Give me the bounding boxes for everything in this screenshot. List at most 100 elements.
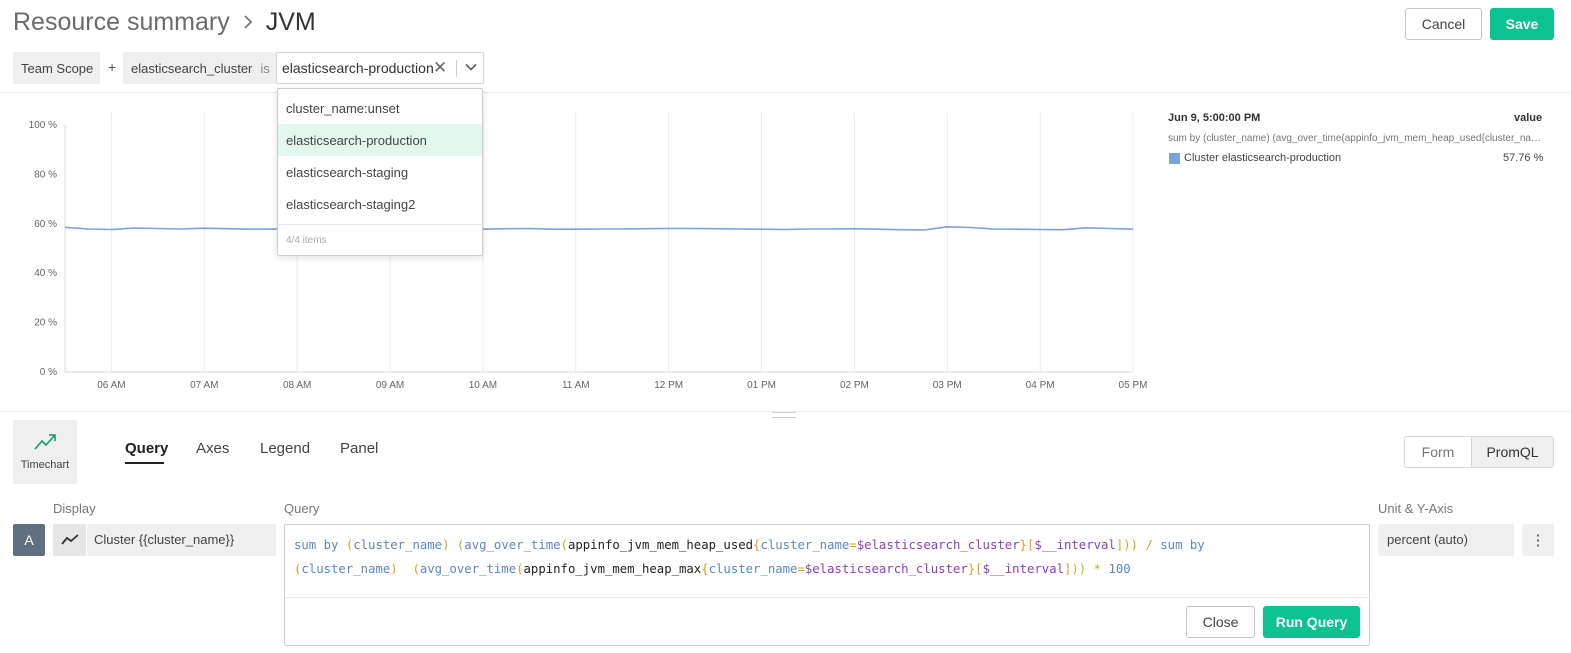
team-scope-label: Team Scope xyxy=(21,60,94,76)
unit-label: Unit & Y-Axis xyxy=(1378,501,1454,516)
timechart: 0 % 20 % 40 % 60 % 80 % 100 % 06 AM 07 AM 08 AM 0… xyxy=(29,113,1148,391)
breadcrumb-parent[interactable]: Resource summary xyxy=(13,8,230,37)
mode-form[interactable]: Form xyxy=(1405,437,1471,467)
dropdown-divider xyxy=(278,224,482,225)
x-tick-label: 12 PM xyxy=(654,380,683,391)
query-token: [ xyxy=(975,562,983,576)
more-options-icon[interactable]: ⋮ xyxy=(1522,524,1554,556)
query-token: = xyxy=(797,562,805,576)
select-divider xyxy=(456,60,457,77)
query-token: )) xyxy=(1123,538,1139,552)
promql-editor[interactable]: sum by (cluster_name) (avg_over_time(app… xyxy=(284,524,1370,646)
team-scope-chip[interactable]: Team Scope xyxy=(13,52,100,84)
legend-series-value: 57.76 % xyxy=(1503,152,1544,164)
dropdown-option[interactable]: cluster_name:unset xyxy=(278,92,482,124)
query-token: $__interval xyxy=(982,562,1064,576)
query-token: )) xyxy=(1071,562,1087,576)
query-token: ( xyxy=(516,562,524,576)
dropdown-item-count: 4/4 items xyxy=(286,235,327,246)
query-footer-divider xyxy=(285,597,1369,598)
legend-format-input[interactable]: Cluster {{cluster_name}} xyxy=(53,524,276,556)
query-token: * xyxy=(1086,562,1109,576)
y-tick-label: 60 % xyxy=(34,219,57,230)
query-token xyxy=(398,562,413,576)
line-style-icon[interactable] xyxy=(53,524,87,556)
filter-key: elasticsearch_cluster xyxy=(131,60,253,76)
query-token: avg_over_time xyxy=(419,562,517,576)
scope-filter-chip[interactable]: elasticsearch_cluster is xyxy=(123,52,276,84)
y-tick-label: 80 % xyxy=(34,169,57,180)
legend-format-text: Cluster {{cluster_name}} xyxy=(94,532,235,547)
unit-select[interactable]: percent (auto) xyxy=(1378,524,1514,556)
x-tick-label: 01 PM xyxy=(747,380,776,391)
y-tick-label: 0 % xyxy=(40,367,57,378)
visualization-label: Timechart xyxy=(20,459,70,471)
x-tick-label: 07 AM xyxy=(190,380,218,391)
x-tick-label: 08 AM xyxy=(283,380,311,391)
legend-swatch xyxy=(1169,153,1180,164)
dropdown-option[interactable]: elasticsearch-staging2 xyxy=(278,188,482,220)
query-token: } xyxy=(1019,538,1027,552)
query-token: cluster_name xyxy=(353,538,443,552)
save-button[interactable]: Save xyxy=(1490,8,1554,40)
page-title: JVM xyxy=(265,8,316,36)
query-token: ( xyxy=(560,538,568,552)
x-tick-label: 06 AM xyxy=(97,380,125,391)
cluster-value-text: elasticsearch-production xyxy=(282,60,434,76)
cancel-button[interactable]: Cancel xyxy=(1405,8,1482,40)
query-token: / xyxy=(1138,538,1161,552)
query-token: 100 xyxy=(1108,562,1131,576)
query-token: $elasticsearch_cluster xyxy=(856,538,1020,552)
query-token: appinfo_jvm_mem_heap_used xyxy=(567,538,754,552)
resize-handle[interactable] xyxy=(772,412,796,418)
query-token: { xyxy=(701,562,709,576)
query-token: cluster_name xyxy=(760,538,850,552)
query-token xyxy=(338,538,345,552)
query-label: Query xyxy=(284,501,320,516)
close-button[interactable]: Close xyxy=(1186,606,1255,638)
query-token: appinfo_jvm_mem_heap_max xyxy=(523,562,702,576)
x-tick-label: 04 PM xyxy=(1026,380,1055,391)
dropdown-option-selected[interactable]: elasticsearch-production xyxy=(278,124,482,156)
active-tab-indicator xyxy=(125,462,164,464)
display-label: Display xyxy=(53,501,96,516)
query-token: = xyxy=(849,538,857,552)
query-token: cluster_name xyxy=(301,562,391,576)
clear-icon[interactable]: ✕ xyxy=(433,58,447,78)
query-token: ) xyxy=(390,562,398,576)
query-token: ( xyxy=(412,562,420,576)
legend-series-label[interactable]: Cluster elasticsearch-production xyxy=(1184,152,1341,164)
x-tick-label: 05 PM xyxy=(1119,380,1148,391)
query-line-2: (cluster_name) (avg_over_time(appinfo_jv… xyxy=(294,557,1360,581)
run-query-button[interactable]: Run Query xyxy=(1263,606,1360,638)
dropdown-option[interactable]: elasticsearch-staging xyxy=(278,156,482,188)
query-token: cluster_name xyxy=(708,562,798,576)
query-token: sum by xyxy=(1160,538,1205,552)
tab-axes[interactable]: Axes xyxy=(196,440,229,457)
mode-promql[interactable]: PromQL xyxy=(1471,437,1553,467)
series-letter-badge[interactable]: A xyxy=(13,524,45,556)
query-mode-toggle: Form PromQL xyxy=(1404,436,1554,468)
tab-query[interactable]: Query xyxy=(125,440,168,457)
legend-time: Jun 9, 5:00:00 PM xyxy=(1168,112,1261,124)
query-token: $__interval xyxy=(1034,538,1116,552)
chevron-down-icon[interactable] xyxy=(463,59,479,75)
query-token: sum by xyxy=(294,538,339,552)
query-code[interactable]: sum by (cluster_name) (avg_over_time(app… xyxy=(294,533,1360,581)
query-token: avg_over_time xyxy=(464,538,561,552)
header-divider xyxy=(0,92,1571,93)
breadcrumb: Resource summary JVM xyxy=(13,8,316,37)
query-line-1: sum by (cluster_name) (avg_over_time(app… xyxy=(294,533,1360,557)
tab-panel[interactable]: Panel xyxy=(340,440,378,457)
chevron-right-icon xyxy=(242,10,254,36)
visualization-picker[interactable]: Timechart xyxy=(13,420,77,484)
add-scope-button[interactable]: + xyxy=(108,59,116,75)
cluster-dropdown-menu: cluster_name:unset elasticsearch-product… xyxy=(277,88,483,256)
x-tick-label: 11 AM xyxy=(562,380,590,391)
x-tick-label: 03 PM xyxy=(933,380,962,391)
x-tick-label: 02 PM xyxy=(840,380,869,391)
tab-legend[interactable]: Legend xyxy=(260,440,310,457)
cluster-value-select[interactable]: elasticsearch-production ✕ xyxy=(276,52,484,84)
legend-value-header: value xyxy=(1514,112,1543,124)
y-tick-label: 40 % xyxy=(34,268,57,279)
